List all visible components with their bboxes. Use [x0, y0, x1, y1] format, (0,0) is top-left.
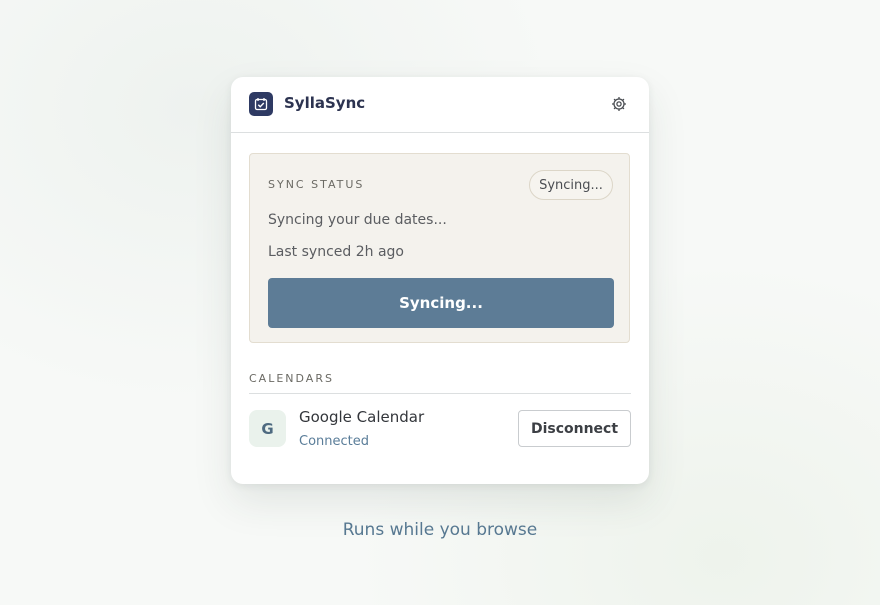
calendar-avatar: G	[249, 410, 286, 447]
tagline: Runs while you browse	[342, 520, 538, 540]
sync-button[interactable]: Syncing...	[268, 278, 614, 328]
calendar-check-icon	[249, 92, 273, 116]
disconnect-button[interactable]: Disconnect	[518, 410, 631, 447]
status-badge: Syncing...	[529, 170, 613, 200]
calendar-name: Google Calendar	[299, 408, 425, 426]
gear-icon[interactable]	[609, 94, 629, 114]
sync-message: Syncing your due dates...	[268, 212, 447, 228]
calendars-label: CALENDARS	[249, 372, 334, 385]
extension-popup: SyllaSync SYNC STATUS Syncing... Syncing…	[231, 77, 649, 484]
sync-status-card: SYNC STATUS Syncing... Syncing your due …	[249, 153, 630, 343]
calendars-divider	[249, 393, 631, 394]
calendar-connection-status: Connected	[299, 434, 370, 449]
last-synced-text: Last synced 2h ago	[268, 244, 404, 260]
popup-header: SyllaSync	[231, 77, 649, 133]
sync-status-label: SYNC STATUS	[268, 178, 365, 191]
app-title: SyllaSync	[284, 94, 366, 112]
